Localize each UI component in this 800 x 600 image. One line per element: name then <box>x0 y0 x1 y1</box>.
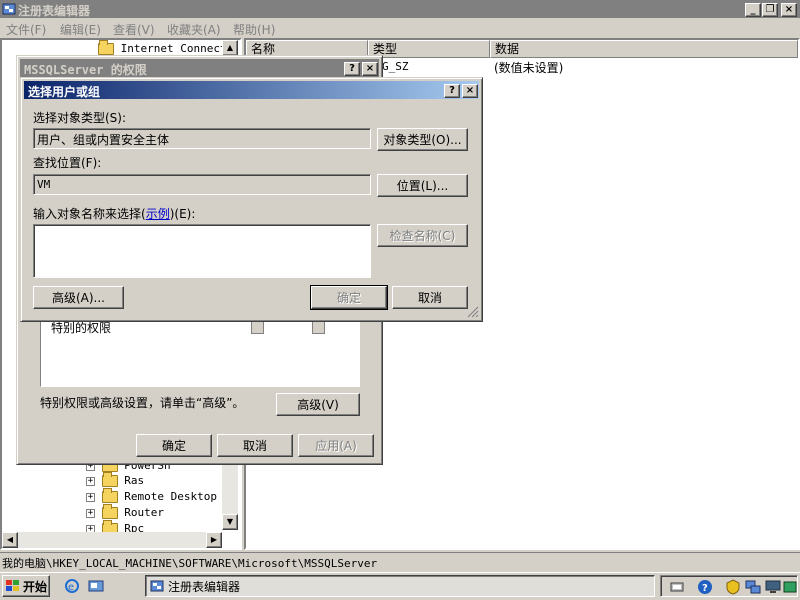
deny-checkbox[interactable] <box>312 321 325 334</box>
maximize-button[interactable]: ❐ <box>762 3 778 17</box>
folder-icon <box>101 488 118 503</box>
scroll-left-button[interactable]: ◀ <box>2 532 18 548</box>
svg-text:?: ? <box>702 583 708 594</box>
cancel-button[interactable]: 取消 <box>217 434 293 457</box>
expand-icon[interactable]: + <box>86 492 95 502</box>
minimize-button[interactable]: _ <box>745 3 761 17</box>
location-field: VM <box>33 174 371 195</box>
advanced-button[interactable]: 高级(A)... <box>33 286 124 309</box>
show-desktop-icon[interactable] <box>88 578 104 594</box>
status-path: 我的电脑\HKEY_LOCAL_MACHINE\SOFTWARE\Microso… <box>2 557 378 570</box>
examples-link[interactable]: 示例 <box>146 207 170 221</box>
menu-favorites[interactable]: 收藏夹(A) <box>167 21 221 38</box>
start-button[interactable]: 开始 <box>2 575 50 597</box>
select-users-titlebar: 选择用户或组 ? × <box>24 81 479 99</box>
statusbar: 我的电脑\HKEY_LOCAL_MACHINE\SOFTWARE\Microso… <box>0 552 800 570</box>
folder-icon <box>101 504 118 519</box>
monitor-icon[interactable] <box>765 579 781 595</box>
close-button[interactable]: × <box>781 3 797 17</box>
location-label: 查找位置(F): <box>33 156 102 170</box>
cancel-button[interactable]: 取消 <box>392 286 468 309</box>
tree-item[interactable]: Internet Connecti <box>98 40 233 55</box>
permissions-titlebar: MSSQLServer 的权限 ? × <box>20 59 379 77</box>
check-names-button[interactable]: 检查名称(C) <box>377 224 468 247</box>
regedit-icon <box>150 579 164 593</box>
svg-text:e: e <box>68 582 74 593</box>
close-button[interactable]: × <box>462 84 478 98</box>
regedit-icon <box>2 2 16 16</box>
apply-button[interactable]: 应用(A) <box>298 434 374 457</box>
windows-logo-icon <box>6 580 20 592</box>
menu-help[interactable]: 帮助(H) <box>233 21 275 38</box>
scroll-up-button[interactable]: ▲ <box>222 40 238 56</box>
security-shield-icon[interactable] <box>725 579 741 595</box>
column-header-data[interactable]: 数据 <box>490 40 798 58</box>
tree-item[interactable]: + Router <box>86 504 164 519</box>
object-names-input[interactable] <box>33 224 371 278</box>
object-names-label: 输入对象名称来选择(示例)(E): <box>33 207 196 221</box>
system-tray: ? <box>660 575 798 597</box>
tree-hscrollbar[interactable]: ◀ ▶ <box>2 532 222 548</box>
menu-view[interactable]: 查看(V) <box>113 21 155 38</box>
menubar: 文件(F) 编辑(E) 查看(V) 收藏夹(A) 帮助(H) <box>0 18 800 38</box>
expand-icon[interactable]: + <box>86 476 95 486</box>
advanced-hint-text: 特别权限或高级设置，请单击“高级”。 <box>40 396 245 410</box>
ok-button[interactable]: 确定 <box>136 434 212 457</box>
main-titlebar: 注册表编辑器 _ ❐ × <box>0 0 800 18</box>
resize-grip-icon[interactable] <box>467 306 479 318</box>
folder-icon <box>101 472 118 487</box>
tree-item[interactable]: + Remote Desktop <box>86 488 217 503</box>
tree-item[interactable]: + Ras <box>86 472 144 487</box>
ie-icon[interactable]: e <box>64 578 80 594</box>
taskbar-regedit-button[interactable]: 注册表编辑器 <box>145 575 655 597</box>
window-controls: _ ❐ × <box>745 2 797 17</box>
close-button[interactable]: × <box>362 62 378 76</box>
object-type-label: 选择对象类型(S): <box>33 111 127 125</box>
permissions-title: MSSQLServer 的权限 <box>24 63 147 77</box>
help-button[interactable]: ? <box>344 62 360 76</box>
object-types-button[interactable]: 对象类型(O)... <box>377 128 468 151</box>
select-users-title-controls: ? × <box>444 83 478 98</box>
main-title: 注册表编辑器 <box>18 4 91 18</box>
taskbar: 开始 e 注册表编辑器 ? <box>0 572 800 600</box>
allow-checkbox[interactable] <box>251 321 264 334</box>
ok-button[interactable]: 确定 <box>310 285 388 310</box>
help-icon[interactable]: ? <box>697 579 713 595</box>
value-data: (数值未设置) <box>494 61 564 75</box>
advanced-button[interactable]: 高级(V) <box>276 393 360 416</box>
menu-edit[interactable]: 编辑(E) <box>60 21 101 38</box>
network-icon[interactable] <box>669 579 685 595</box>
network-connections-icon[interactable] <box>745 579 761 595</box>
expand-icon[interactable]: + <box>86 508 95 518</box>
menu-file[interactable]: 文件(F) <box>6 21 46 38</box>
select-users-dialog: 选择用户或组 ? × 选择对象类型(S): 用户、组或内置安全主体 对象类型(O)… <box>20 77 483 322</box>
object-type-field: 用户、组或内置安全主体 <box>33 128 371 149</box>
scroll-right-button[interactable]: ▶ <box>206 532 222 548</box>
value-type: G_SZ <box>382 60 409 73</box>
locations-button[interactable]: 位置(L)... <box>377 174 468 197</box>
scroll-down-button[interactable]: ▼ <box>222 514 238 530</box>
tray-extra-icon[interactable] <box>783 579 797 595</box>
column-header-type[interactable]: 类型 <box>368 40 490 58</box>
help-button[interactable]: ? <box>444 84 460 98</box>
permissions-title-controls: ? × <box>344 61 378 76</box>
folder-icon <box>98 40 114 55</box>
select-users-title: 选择用户或组 <box>28 85 101 99</box>
